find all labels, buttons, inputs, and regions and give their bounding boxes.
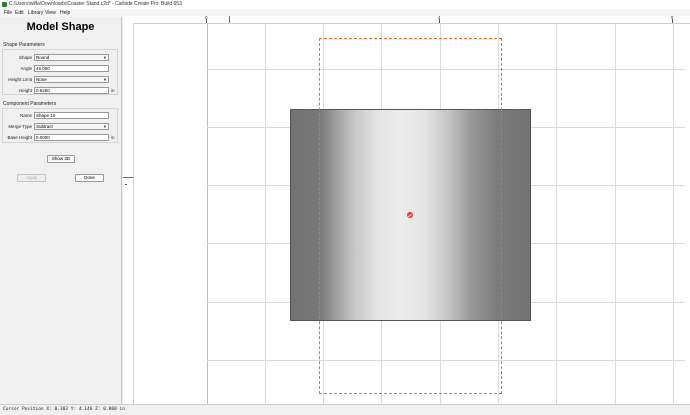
horizontal-ruler[interactable]: 0 4 8 xyxy=(123,15,690,24)
grid-line xyxy=(265,24,266,404)
chevron-down-icon: ▼ xyxy=(103,124,107,129)
apply-button[interactable]: Apply xyxy=(17,174,46,182)
chevron-down-icon: ▼ xyxy=(103,55,107,60)
merge-type-label: Merge Type xyxy=(8,124,32,129)
window-title: C:\Users\wilfa\Downloads\Coaster Stand.c… xyxy=(9,1,182,7)
title-bar: C:\Users\wilfa\Downloads\Coaster Stand.c… xyxy=(0,0,690,9)
merge-type-value: Subtract xyxy=(36,124,53,129)
status-bar: Cursor Position X: 0.383 Y: 4.146 Z: 0.0… xyxy=(0,404,690,415)
carbide-app-icon xyxy=(2,2,7,7)
cursor-marker-y xyxy=(123,177,133,178)
ruler-label-8: 8 xyxy=(671,15,674,20)
angle-label: Angle xyxy=(20,66,32,71)
ruler-label-4: 4 xyxy=(438,15,441,20)
design-canvas[interactable] xyxy=(134,24,690,404)
base-height-unit: in xyxy=(111,135,115,140)
menu-library[interactable]: Library xyxy=(28,9,43,17)
ruler-label-0: 0 xyxy=(205,15,208,20)
base-height-label: Base Height xyxy=(7,135,32,140)
cursor-position: Cursor Position X: 0.383 Y: 4.146 Z: 0.0… xyxy=(3,407,125,412)
base-height-input[interactable]: 0.0000 xyxy=(34,134,109,141)
height-input[interactable]: 0.6250 xyxy=(34,87,109,94)
shape-label: Shape xyxy=(18,55,32,60)
height-unit: in xyxy=(111,88,115,93)
height-label: Height xyxy=(18,88,32,93)
chevron-down-icon: ▼ xyxy=(103,77,107,82)
angle-input[interactable]: 45.000 xyxy=(34,65,109,72)
component-parameters-header: Component Parameters xyxy=(3,101,57,107)
menu-edit[interactable]: Edit xyxy=(15,9,24,17)
origin-marker-icon[interactable] xyxy=(407,212,413,218)
grid-line xyxy=(556,24,557,404)
done-button[interactable]: Done xyxy=(75,174,104,182)
ruler-tick xyxy=(125,184,127,185)
shape-select-value: Round xyxy=(36,55,50,60)
height-limit-label: Height Limit xyxy=(8,77,32,82)
cursor-marker-x xyxy=(229,16,230,23)
show-3d-button[interactable]: Show 3D xyxy=(47,155,75,163)
shape-select[interactable]: Round ▼ xyxy=(34,54,109,61)
menu-view[interactable]: View xyxy=(45,9,56,17)
panel-title: Model Shape xyxy=(26,21,95,33)
model-shape-panel: Model Shape Shape Parameters Shape Round… xyxy=(0,17,122,404)
vertical-ruler[interactable] xyxy=(123,23,134,404)
merge-type-select[interactable]: Subtract ▼ xyxy=(34,123,109,130)
height-limit-value: None xyxy=(36,77,47,82)
grid-line xyxy=(673,24,674,404)
height-limit-select[interactable]: None ▼ xyxy=(34,76,109,83)
grid-line xyxy=(615,24,616,404)
name-input[interactable]: Shape 10 xyxy=(34,112,109,119)
menu-file[interactable]: File xyxy=(4,9,12,17)
menu-help[interactable]: Help xyxy=(60,9,70,17)
shape-parameters-header: Shape Parameters xyxy=(3,42,45,48)
name-label: Name xyxy=(19,113,32,118)
